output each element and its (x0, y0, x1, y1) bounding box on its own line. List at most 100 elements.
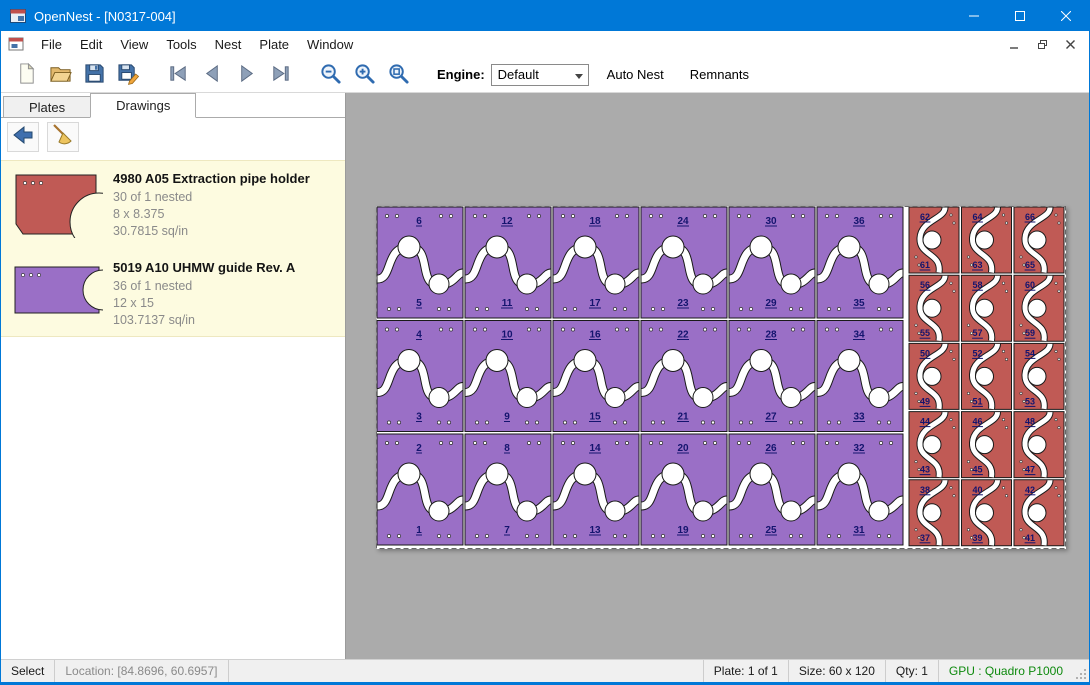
svg-text:59: 59 (1025, 328, 1035, 338)
svg-text:10: 10 (501, 330, 513, 341)
nest-cell-purple[interactable]: 87 (465, 434, 551, 545)
nest-cell-red[interactable]: 4039 (962, 480, 1012, 546)
nest-cell-purple[interactable]: 21 (377, 434, 463, 545)
nest-cell-purple[interactable]: 3231 (817, 434, 903, 545)
svg-text:12: 12 (501, 216, 513, 227)
drawing-item-2[interactable]: 5019 A10 UHMW guide Rev. A 36 of 1 neste… (1, 250, 345, 336)
engine-select[interactable]: Default (491, 64, 589, 86)
zoom-fit-button[interactable] (381, 60, 415, 90)
nest-cell-red[interactable]: 4241 (1014, 480, 1064, 546)
maximize-button[interactable] (997, 1, 1043, 31)
nest-cell-purple[interactable]: 2625 (729, 434, 815, 545)
nest-cell-red[interactable]: 6665 (1014, 207, 1064, 273)
svg-text:60: 60 (1025, 280, 1035, 290)
close-button[interactable] (1043, 1, 1089, 31)
status-size: Size: 60 x 120 (788, 660, 885, 682)
minimize-button[interactable] (951, 1, 997, 31)
auto-nest-button[interactable]: Auto Nest (599, 62, 672, 88)
maximize-icon (1015, 9, 1025, 24)
status-bar: Select Location: [84.8696, 60.6957] Plat… (1, 659, 1089, 682)
nest-cell-purple[interactable]: 2019 (641, 434, 727, 545)
svg-text:27: 27 (765, 412, 777, 423)
nest-cell-red[interactable]: 4847 (1014, 412, 1064, 478)
save-button[interactable] (77, 60, 111, 90)
tab-drawings[interactable]: Drawings (90, 93, 196, 118)
tab-plates[interactable]: Plates (3, 96, 91, 117)
svg-text:55: 55 (920, 328, 930, 338)
nest-cell-red[interactable]: 4443 (909, 412, 959, 478)
resize-grip[interactable] (1073, 660, 1089, 682)
last-plate-button[interactable] (263, 60, 297, 90)
svg-text:11: 11 (502, 298, 513, 309)
nest-cell-red[interactable]: 4645 (962, 412, 1012, 478)
svg-text:38: 38 (920, 485, 930, 495)
svg-text:1: 1 (416, 525, 422, 536)
svg-text:17: 17 (589, 298, 601, 309)
title-bar: OpenNest - [N0317-004] (1, 1, 1089, 31)
nest-plate-svg[interactable]: 6512111817242330293635431091615222128273… (376, 206, 1066, 549)
svg-text:21: 21 (677, 412, 689, 423)
drawing-item-1[interactable]: 4980 A05 Extraction pipe holder 30 of 1 … (1, 161, 345, 250)
new-button[interactable] (9, 60, 43, 90)
nest-cell-red[interactable]: 6463 (962, 207, 1012, 273)
svg-text:3: 3 (416, 412, 422, 423)
nest-cell-purple[interactable]: 2827 (729, 321, 815, 432)
nest-cell-purple[interactable]: 3635 (817, 207, 903, 318)
zoom-fit-icon (387, 62, 410, 88)
nest-cell-purple[interactable]: 1817 (553, 207, 639, 318)
menu-tools[interactable]: Tools (157, 31, 205, 57)
mdi-close-button[interactable] (1057, 34, 1083, 54)
nest-cell-purple[interactable]: 10 9 (465, 321, 551, 432)
nest-cell-red[interactable]: 58 57 (962, 275, 1012, 341)
nest-cell-purple[interactable]: 65 (377, 207, 463, 318)
menu-window[interactable]: Window (298, 31, 362, 57)
clean-button[interactable] (47, 122, 79, 152)
svg-text:65: 65 (1025, 260, 1035, 270)
nest-cell-red[interactable]: 5655 (909, 275, 959, 341)
nest-cell-purple[interactable]: 3433 (817, 321, 903, 432)
nest-plate[interactable]: 6512111817242330293635431091615222128273… (376, 206, 1066, 549)
svg-text:29: 29 (765, 298, 777, 309)
menu-file[interactable]: File (32, 31, 71, 57)
menu-view[interactable]: View (111, 31, 157, 57)
close-icon (1061, 9, 1071, 24)
nest-cell-purple[interactable]: 12 11 (465, 207, 551, 318)
mdi-restore-button[interactable] (1029, 34, 1055, 54)
open-button[interactable] (43, 60, 77, 90)
first-plate-button[interactable] (161, 60, 195, 90)
zoom-out-button[interactable] (313, 60, 347, 90)
drawings-list: 4980 A05 Extraction pipe holder 30 of 1 … (1, 160, 345, 337)
main-toolbar: Engine: Default Auto Nest Remnants (1, 57, 1089, 93)
nest-cell-red[interactable]: 5251 (962, 343, 1012, 409)
nest-cell-red[interactable]: 3837 (909, 480, 959, 546)
svg-text:57: 57 (972, 328, 982, 338)
menu-edit[interactable]: Edit (71, 31, 111, 57)
nest-cell-red[interactable]: 60 59 (1014, 275, 1064, 341)
nest-cell-red[interactable]: 5049 (909, 343, 959, 409)
document-window-icon[interactable] (8, 36, 24, 52)
zoom-in-button[interactable] (347, 60, 381, 90)
drawing-nested-count: 36 of 1 nested (113, 278, 295, 295)
nest-cell-purple[interactable]: 2221 (641, 321, 727, 432)
nest-cell-purple[interactable]: 2423 (641, 207, 727, 318)
nest-cell-red[interactable]: 5453 (1014, 343, 1064, 409)
menu-plate[interactable]: Plate (250, 31, 298, 57)
previous-plate-button[interactable] (195, 60, 229, 90)
menu-nest[interactable]: Nest (206, 31, 251, 57)
save-as-button[interactable] (111, 60, 145, 90)
next-plate-button[interactable] (229, 60, 263, 90)
nest-cell-purple[interactable]: 3029 (729, 207, 815, 318)
nest-canvas[interactable]: 6512111817242330293635431091615222128273… (346, 93, 1089, 659)
part-thumbnail-red (11, 168, 111, 243)
nest-cell-purple[interactable]: 1413 (553, 434, 639, 545)
nest-cell-red[interactable]: 6261 (909, 207, 959, 273)
svg-text:58: 58 (972, 280, 982, 290)
import-button[interactable] (7, 122, 39, 152)
mdi-minimize-button[interactable] (1001, 34, 1027, 54)
remnants-button[interactable]: Remnants (682, 62, 757, 88)
part-thumbnail-purple (11, 257, 111, 329)
drawing-name: 5019 A10 UHMW guide Rev. A (113, 260, 295, 275)
svg-text:9: 9 (504, 412, 510, 423)
nest-cell-purple[interactable]: 43 (377, 321, 463, 432)
nest-cell-purple[interactable]: 1615 (553, 321, 639, 432)
